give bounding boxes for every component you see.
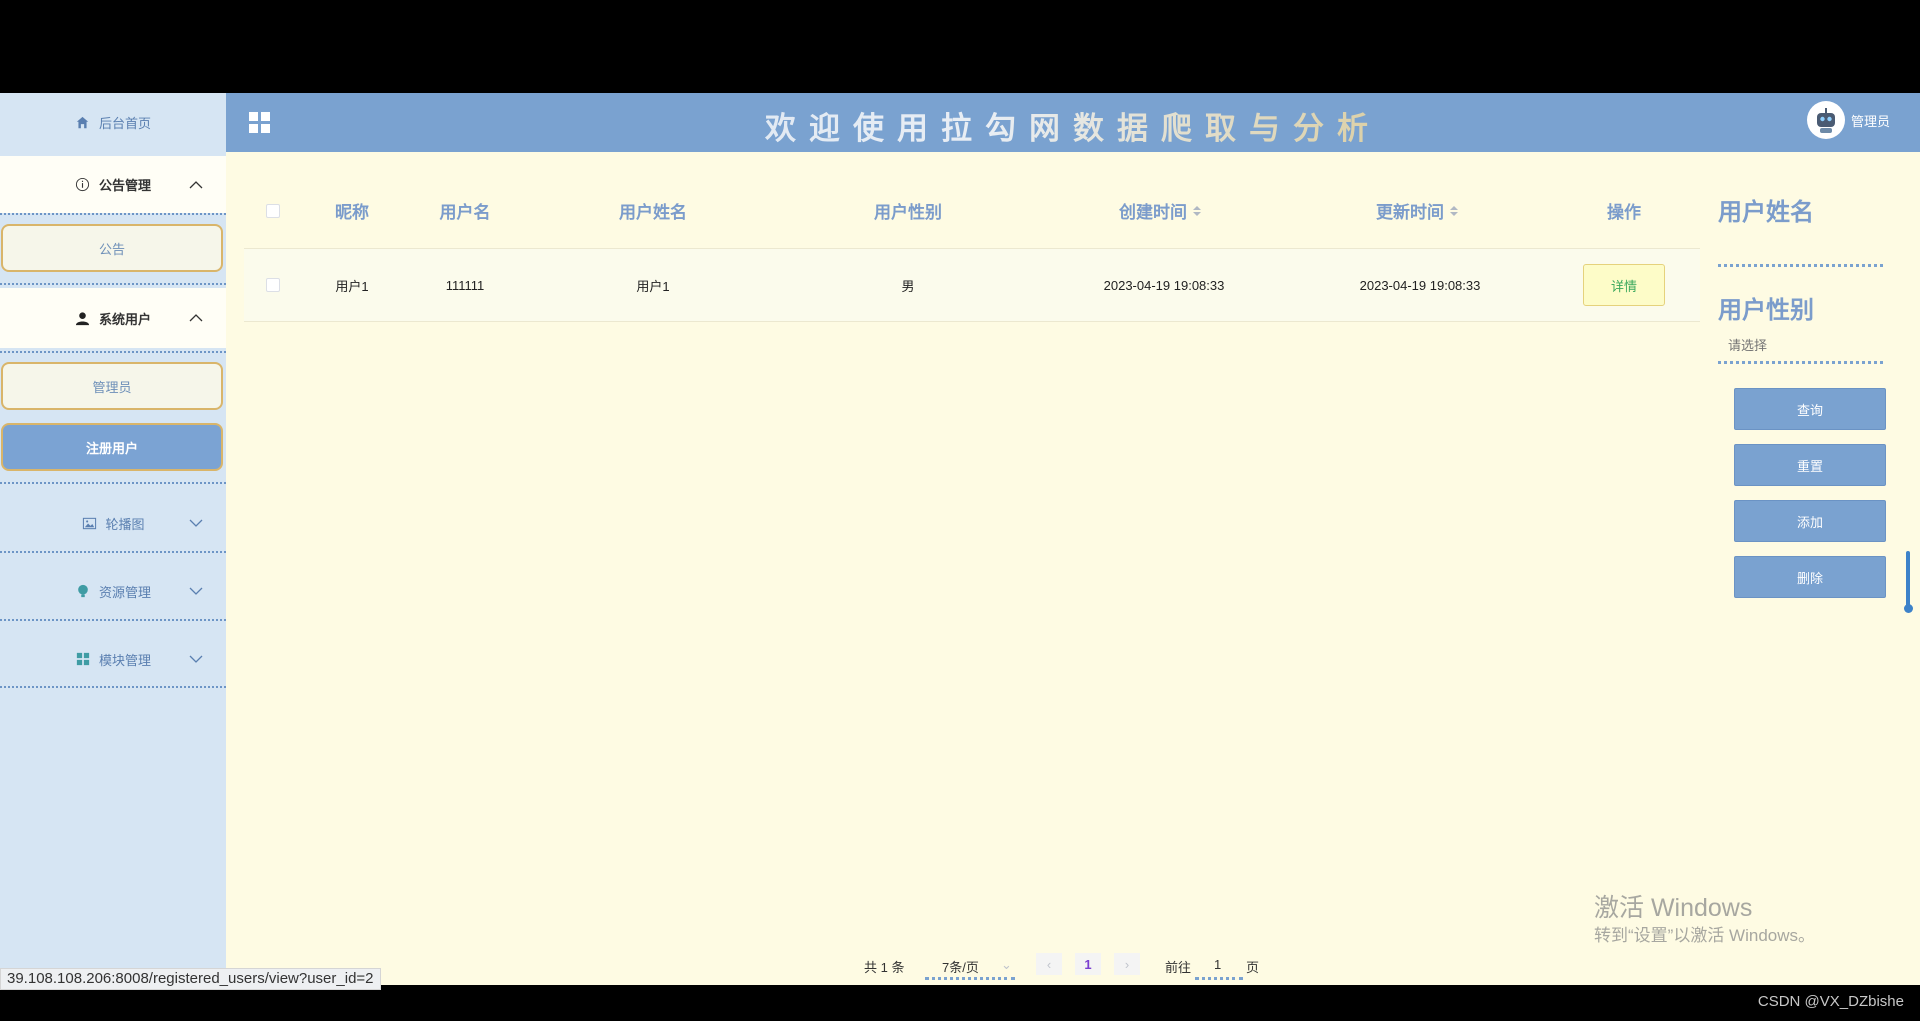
filter-panel: 用户姓名 用户性别 查询 重置 添加 删除 xyxy=(1718,93,1918,985)
detail-button[interactable]: 详情 xyxy=(1583,264,1665,306)
sidebar-item-label: 公告 xyxy=(98,241,125,257)
column-header: 用户名 xyxy=(439,203,491,222)
sidebar-group-users[interactable]: 系统用户 xyxy=(0,288,226,348)
credit-text: CSDN @VX_DZbishe xyxy=(1757,993,1904,1010)
sidebar-group-label: 资源管理 xyxy=(98,584,151,600)
sidebar-item-home[interactable]: 后台首页 xyxy=(0,93,226,152)
cell-actions: 详情 xyxy=(1583,249,1665,321)
divider xyxy=(0,619,226,621)
goto-underline xyxy=(1195,977,1243,980)
grid-icon xyxy=(75,651,91,667)
divider xyxy=(0,213,226,215)
name-filter-input[interactable] xyxy=(1718,228,1883,258)
page-size-select[interactable]: 7条/页 xyxy=(942,957,979,976)
cell-realname: 用户1 xyxy=(636,278,670,294)
table-header: 昵称 用户名 用户姓名 用户性别 创建时间 更新时间 操作 xyxy=(244,173,1700,249)
column-header-label: 更新时间 xyxy=(1376,203,1444,222)
sidebar-group-label: 模块管理 xyxy=(98,652,151,668)
chevron-down-icon[interactable]: ⌄ xyxy=(1001,957,1012,973)
sort-icon[interactable] xyxy=(1450,205,1458,216)
next-page-icon[interactable]: › xyxy=(1114,953,1140,975)
prev-page-icon[interactable]: ‹ xyxy=(1036,953,1062,975)
divider xyxy=(0,551,226,553)
status-url: 39.108.108.206:8008/registered_users/vie… xyxy=(0,968,381,990)
select-all-cell xyxy=(266,173,280,248)
cell-nickname: 用户1 xyxy=(335,278,369,294)
sidebar-item-label: 管理员 xyxy=(92,379,132,395)
cell-gender: 男 xyxy=(901,278,915,294)
add-button[interactable]: 添加 xyxy=(1734,500,1886,542)
sidebar-item-registered-users[interactable]: 注册用户 xyxy=(1,423,223,471)
app-window: 后台首页 公告管理 公告 系统用户 管理员 注册用户 轮播图 资源管理 模块管理… xyxy=(0,93,1920,985)
divider xyxy=(0,351,226,353)
sidebar-group-label: 系统用户 xyxy=(98,311,151,327)
top-header: 欢迎使用拉勾网数据爬取与分析 管理员 xyxy=(226,93,1920,152)
activation-watermark-sub: 转到“设置”以激活 Windows。 xyxy=(1594,926,1816,945)
goto-page-input[interactable]: 1 xyxy=(1214,957,1221,972)
scrollbar[interactable] xyxy=(1906,551,1910,611)
chevron-up-icon xyxy=(188,310,204,326)
name-filter-label: 用户姓名 xyxy=(1718,199,1814,226)
divider xyxy=(0,686,226,688)
column-header-label: 创建时间 xyxy=(1119,203,1187,222)
page-title: 欢迎使用拉勾网数据爬取与分析 xyxy=(226,103,1920,148)
user-icon xyxy=(75,310,91,326)
sidebar-item-label: 后台首页 xyxy=(98,116,151,131)
gender-filter-select[interactable] xyxy=(1718,330,1883,360)
chevron-down-icon xyxy=(188,651,204,667)
gender-filter-label: 用户性别 xyxy=(1718,297,1814,324)
cell-created: 2023-04-19 19:08:33 xyxy=(1103,277,1225,293)
divider xyxy=(0,482,226,484)
column-header: 操作 xyxy=(1607,203,1641,222)
input-underline xyxy=(1718,361,1883,364)
table-row: 用户1 111111 用户1 男 2023-04-19 19:08:33 202… xyxy=(244,249,1700,322)
info-circle-icon xyxy=(75,177,91,193)
goto-prefix: 前往 xyxy=(1165,960,1192,975)
sidebar-group-resources[interactable]: 资源管理 xyxy=(0,561,226,621)
sidebar-group-label: 轮播图 xyxy=(105,516,145,532)
sidebar-item-notice[interactable]: 公告 xyxy=(1,224,223,272)
select-all-checkbox[interactable] xyxy=(266,203,280,218)
sidebar-group-carousel[interactable]: 轮播图 xyxy=(0,493,226,553)
goto-suffix: 页 xyxy=(1246,960,1260,975)
image-icon xyxy=(81,515,97,531)
pagination-total: 共 1 条 xyxy=(864,960,905,975)
sidebar-group-modules[interactable]: 模块管理 xyxy=(0,629,226,689)
page-number[interactable]: 1 xyxy=(1075,953,1101,975)
row-checkbox[interactable] xyxy=(266,278,280,292)
activation-watermark: 激活 Windows xyxy=(1594,894,1753,922)
delete-button[interactable]: 删除 xyxy=(1734,556,1886,598)
row-select-cell xyxy=(266,249,280,321)
query-button[interactable]: 查询 xyxy=(1734,388,1886,430)
column-header: 昵称 xyxy=(335,203,369,222)
column-header-sortable[interactable]: 更新时间 xyxy=(1376,173,1458,248)
chevron-down-icon xyxy=(188,515,204,531)
column-header: 用户性别 xyxy=(874,203,942,222)
sidebar-group-label: 公告管理 xyxy=(98,178,151,193)
sidebar: 后台首页 公告管理 公告 系统用户 管理员 注册用户 轮播图 资源管理 模块管理 xyxy=(0,93,226,985)
cell-username: 111111 xyxy=(445,277,485,293)
scrollbar-handle[interactable] xyxy=(1904,604,1913,613)
column-header-sortable[interactable]: 创建时间 xyxy=(1119,173,1201,248)
page-size-underline xyxy=(925,977,1015,980)
home-icon xyxy=(75,115,91,131)
reset-button[interactable]: 重置 xyxy=(1734,444,1886,486)
chevron-down-icon xyxy=(188,583,204,599)
users-table: 昵称 用户名 用户姓名 用户性别 创建时间 更新时间 操作 用户1 111111… xyxy=(244,173,1700,322)
sidebar-item-label: 注册用户 xyxy=(85,440,138,456)
lightbulb-icon xyxy=(75,583,91,599)
sort-icon[interactable] xyxy=(1193,205,1201,216)
input-underline xyxy=(1718,264,1883,267)
divider xyxy=(0,283,226,285)
sidebar-item-admin[interactable]: 管理员 xyxy=(1,362,223,410)
chevron-up-icon xyxy=(188,177,204,193)
cell-updated: 2023-04-19 19:08:33 xyxy=(1359,277,1481,293)
sidebar-group-notice[interactable]: 公告管理 xyxy=(0,156,226,213)
column-header: 用户姓名 xyxy=(619,203,687,222)
